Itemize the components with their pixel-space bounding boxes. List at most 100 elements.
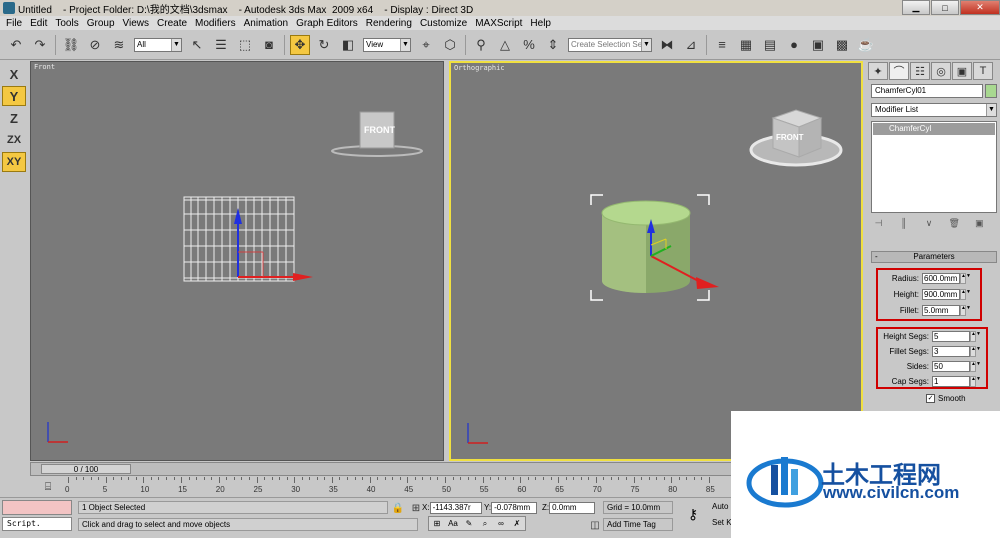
link-icon[interactable]: ∞ (494, 517, 508, 530)
axis-zx-button[interactable]: ZX (2, 130, 26, 150)
z-input[interactable]: 0.0mm (549, 501, 596, 514)
x-input[interactable]: -1143.387r (429, 501, 482, 514)
radius-input[interactable]: 600.0mm (922, 273, 960, 284)
sides-spinner[interactable]: ▲▼ (970, 361, 981, 372)
motion-tab-icon[interactable]: ◎ (931, 62, 951, 80)
cap-segs-input[interactable]: 1 (932, 376, 970, 387)
time-tag-icon[interactable]: ◫ (585, 515, 605, 535)
window-crossing-icon[interactable]: ◙ (259, 35, 279, 55)
add-time-tag-button[interactable]: Add Time Tag (603, 518, 673, 531)
sides-input[interactable]: 50 (932, 361, 970, 372)
maxscript-listener-output[interactable] (2, 500, 72, 515)
select-object-icon[interactable]: ↖ (187, 35, 207, 55)
rect-selection-icon[interactable]: ⬚ (235, 35, 255, 55)
height-spinner[interactable]: ▲▼ (960, 289, 971, 300)
undo-icon[interactable]: ↶ (6, 35, 26, 55)
brush-icon[interactable]: ✎ (462, 517, 476, 530)
modify-tab-icon[interactable]: ⌒ (889, 62, 909, 80)
lock-selection-icon[interactable]: 🔒 (388, 498, 408, 518)
grid-icon[interactable]: ⊞ (430, 517, 444, 530)
wrench-icon[interactable]: ✗ (510, 517, 524, 530)
select-link-icon[interactable]: ⛓ (61, 35, 81, 55)
layer-manager-icon[interactable]: ≡ (712, 35, 732, 55)
smooth-checkbox[interactable]: ✓ (926, 394, 935, 403)
reference-coord-dropdown[interactable]: View ▼ (363, 37, 411, 52)
bind-space-warp-icon[interactable]: ≋ (109, 35, 129, 55)
maxscript-listener-input[interactable]: Script. (2, 517, 72, 531)
object-color-swatch[interactable] (985, 84, 997, 98)
height-segs-input[interactable]: 5 (932, 331, 970, 342)
menu-maxscript[interactable]: MAXScript (471, 18, 526, 29)
spinner-snap-icon[interactable]: ⇕ (543, 35, 563, 55)
axis-x-button[interactable]: X (2, 64, 26, 84)
radius-spinner[interactable]: ▲▼ (960, 273, 971, 284)
minimize-button[interactable]: ▁ (902, 0, 930, 15)
tag-icon[interactable]: ⌕ (478, 517, 492, 530)
schematic-view-icon[interactable]: ▤ (760, 35, 780, 55)
rendered-frame-icon[interactable]: ▩ (832, 35, 852, 55)
angle-snap-icon[interactable]: △ (495, 35, 515, 55)
quick-render-icon[interactable]: ☕ (856, 35, 876, 55)
mirror-icon[interactable]: ⧓ (657, 35, 677, 55)
close-button[interactable]: ✕ (960, 0, 1000, 15)
pivot-center-icon[interactable]: ⌖ (416, 35, 436, 55)
snap-toggle-icon[interactable]: ⚲ (471, 35, 491, 55)
auto-key-button[interactable]: Auto (712, 502, 728, 511)
axis-xy-button[interactable]: XY (2, 152, 26, 172)
render-setup-icon[interactable]: ▣ (808, 35, 828, 55)
move-icon[interactable]: ✥ (290, 34, 310, 55)
create-tab-icon[interactable]: ✦ (868, 62, 888, 80)
smooth-checkbox-row[interactable]: ✓ Smooth (926, 394, 966, 403)
unlink-icon[interactable]: ⊘ (85, 35, 105, 55)
fillet-segs-spinner[interactable]: ▲▼ (970, 346, 981, 357)
axis-y-button[interactable]: Y (2, 86, 26, 106)
set-key-button[interactable]: Set K (712, 518, 732, 527)
text-icon[interactable]: Aa (446, 517, 460, 530)
y-input[interactable]: -0.078mm (491, 501, 538, 514)
scale-icon[interactable]: ◧ (338, 35, 358, 55)
menu-customize[interactable]: Customize (416, 18, 471, 29)
stack-item-chamfercyl[interactable]: ChamferCyl (873, 123, 995, 135)
parameters-rollout[interactable]: - Parameters (871, 251, 997, 263)
percent-snap-icon[interactable]: % (519, 35, 539, 55)
menu-group[interactable]: Group (83, 18, 119, 29)
menu-help[interactable]: Help (526, 18, 555, 29)
modifier-list-dropdown[interactable]: Modifier List ▼ (871, 103, 997, 117)
menu-create[interactable]: Create (153, 18, 191, 29)
menu-file[interactable]: File (2, 18, 26, 29)
key-icon[interactable]: ⚷ (680, 506, 706, 522)
select-by-name-icon[interactable]: ☰ (211, 35, 231, 55)
height-segs-spinner[interactable]: ▲▼ (970, 331, 981, 342)
object-name-field[interactable]: ChamferCyl01 (871, 84, 983, 98)
selection-filter-dropdown[interactable]: All ▼ (134, 37, 182, 52)
named-selection-dropdown[interactable]: Create Selection Se ▼ (568, 37, 652, 52)
rotate-icon[interactable]: ↻ (314, 35, 334, 55)
remove-modifier-icon[interactable]: 🗑 (947, 218, 962, 232)
redo-icon[interactable]: ↷ (30, 35, 50, 55)
cap-segs-spinner[interactable]: ▲▼ (970, 376, 981, 387)
align-icon[interactable]: ⊿ (681, 35, 701, 55)
menu-edit[interactable]: Edit (26, 18, 51, 29)
utilities-tab-icon[interactable]: T (973, 62, 993, 80)
display-tab-icon[interactable]: ▣ (952, 62, 972, 80)
configure-sets-icon[interactable]: ▣ (972, 218, 987, 232)
height-input[interactable]: 900.0mm (922, 289, 960, 300)
show-end-result-icon[interactable]: ║ (896, 218, 911, 232)
menu-views[interactable]: Views (119, 18, 154, 29)
select-manipulate-icon[interactable]: ⬡ (440, 35, 460, 55)
fillet-input[interactable]: 5.0mm (922, 305, 960, 316)
hierarchy-tab-icon[interactable]: ☷ (910, 62, 930, 80)
menu-animation[interactable]: Animation (240, 18, 292, 29)
menu-modifiers[interactable]: Modifiers (191, 18, 240, 29)
mini-curve-editor-icon[interactable]: ⌸ (38, 477, 58, 497)
front-viewport[interactable]: Front FRONT (30, 61, 444, 461)
maximize-button[interactable]: □ (931, 0, 959, 15)
make-unique-icon[interactable]: ∨ (921, 218, 936, 232)
curve-editor-icon[interactable]: ▦ (736, 35, 756, 55)
time-slider-thumb[interactable]: 0 / 100 (41, 464, 131, 474)
pin-stack-icon[interactable]: ⊣ (871, 218, 886, 232)
axis-z-button[interactable]: Z (2, 108, 26, 128)
fillet-segs-input[interactable]: 3 (932, 346, 970, 357)
fillet-spinner[interactable]: ▲▼ (960, 305, 971, 316)
menu-rendering[interactable]: Rendering (362, 18, 416, 29)
